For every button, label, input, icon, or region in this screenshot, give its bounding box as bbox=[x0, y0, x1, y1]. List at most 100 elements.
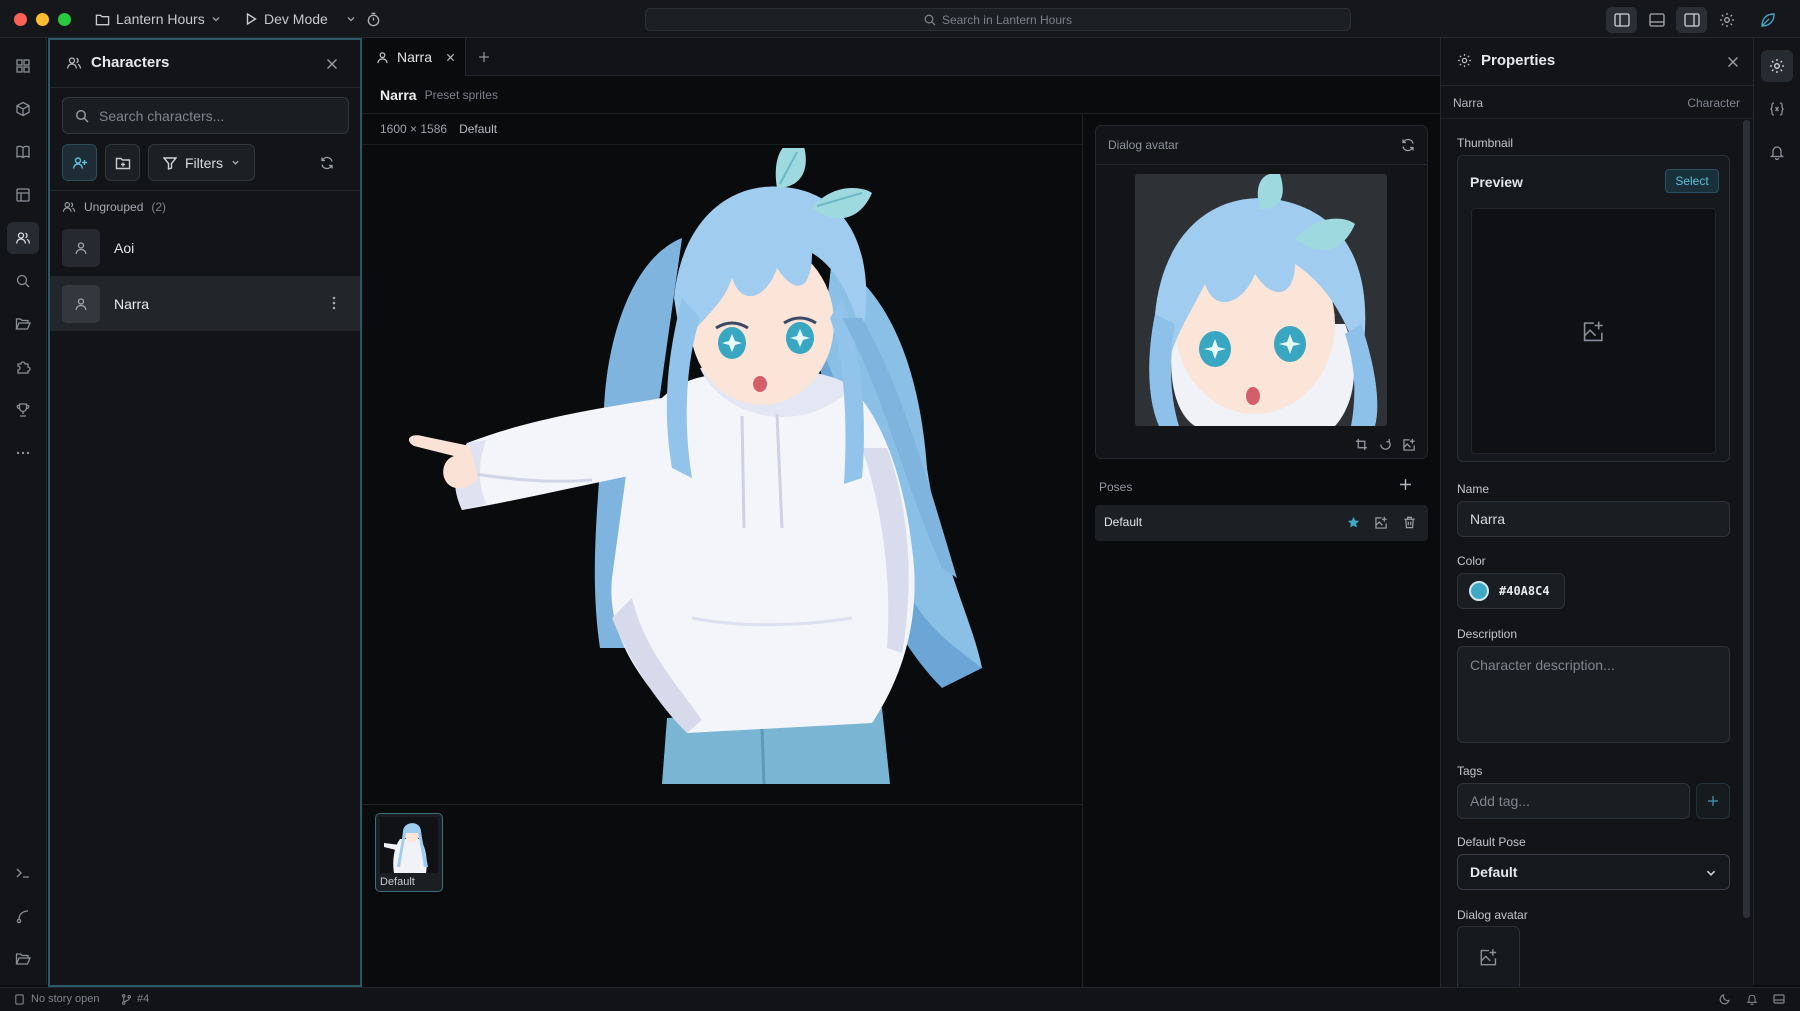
character-search-input[interactable]: Search characters... bbox=[62, 97, 349, 134]
pose-thumbnail-default[interactable]: Default bbox=[375, 813, 443, 892]
pose-name: Default bbox=[1104, 515, 1143, 529]
group-header-ungrouped[interactable]: Ungrouped (2) bbox=[62, 194, 166, 220]
notifications-toggle[interactable] bbox=[1761, 136, 1793, 168]
close-properties-button[interactable] bbox=[1723, 52, 1743, 72]
leaf-icon bbox=[1760, 12, 1776, 28]
story-status[interactable]: No story open bbox=[14, 993, 99, 1005]
default-pose-select[interactable]: Default bbox=[1457, 854, 1730, 890]
trophy-icon bbox=[15, 402, 31, 418]
thumbnail-dropzone[interactable] bbox=[1471, 208, 1716, 454]
toggle-left-panel-button[interactable] bbox=[1606, 7, 1637, 33]
tag-input[interactable]: Add tag... bbox=[1457, 783, 1690, 819]
project-selector[interactable]: Lantern Hours bbox=[95, 9, 221, 29]
timer-button[interactable] bbox=[366, 9, 381, 29]
add-group-button[interactable] bbox=[105, 144, 140, 181]
tab-label: Narra bbox=[397, 49, 433, 65]
editor-area: Narra Narra Preset sprites 1600 × 1586 D… bbox=[362, 38, 1440, 987]
new-tab-button[interactable] bbox=[474, 47, 494, 67]
pose-row-default[interactable]: Default bbox=[1095, 505, 1428, 541]
character-item-aoi[interactable]: Aoi bbox=[50, 223, 360, 273]
close-window-button[interactable] bbox=[14, 13, 27, 26]
thumbnail-card: Preview Select bbox=[1457, 155, 1730, 462]
bell-icon[interactable] bbox=[1746, 993, 1758, 1005]
mode-selector[interactable]: Dev Mode bbox=[244, 9, 356, 29]
tab-narra[interactable]: Narra bbox=[362, 38, 466, 76]
characters-nav[interactable] bbox=[7, 222, 39, 254]
name-input[interactable]: Narra bbox=[1457, 501, 1730, 537]
dashboard-nav[interactable] bbox=[7, 50, 39, 82]
gear-icon bbox=[1719, 12, 1735, 28]
description-textarea[interactable]: Character description... bbox=[1457, 646, 1730, 743]
chevron-down-icon bbox=[1705, 867, 1717, 879]
properties-toggle[interactable] bbox=[1761, 50, 1793, 82]
users-icon bbox=[66, 55, 82, 71]
folder-icon bbox=[95, 12, 110, 27]
plugins-nav[interactable] bbox=[7, 351, 39, 383]
description-label: Description bbox=[1457, 627, 1518, 641]
add-pose-button[interactable] bbox=[1399, 478, 1412, 491]
refresh-icon[interactable] bbox=[1401, 138, 1415, 152]
achievements-nav[interactable] bbox=[7, 394, 39, 426]
more-icon[interactable] bbox=[332, 296, 336, 310]
git-nav[interactable] bbox=[7, 900, 39, 932]
refresh-characters-button[interactable] bbox=[316, 152, 338, 174]
color-value: #40A8C4 bbox=[1499, 584, 1550, 598]
dialog-avatar-preview[interactable] bbox=[1135, 174, 1387, 426]
entity-type: Character bbox=[1687, 96, 1740, 110]
close-characters-panel-button[interactable] bbox=[322, 54, 342, 74]
more-nav[interactable] bbox=[7, 437, 39, 469]
close-icon[interactable] bbox=[446, 53, 455, 62]
properties-scrollbar[interactable] bbox=[1743, 120, 1750, 918]
divider bbox=[50, 87, 360, 88]
global-search[interactable]: Search in Lantern Hours bbox=[645, 8, 1351, 31]
image-plus-icon[interactable] bbox=[1375, 516, 1388, 529]
select-label: Select bbox=[1675, 174, 1709, 188]
settings-button[interactable] bbox=[1711, 7, 1742, 33]
description-placeholder: Character description... bbox=[1470, 657, 1615, 673]
name-value: Narra bbox=[1470, 511, 1506, 527]
rotate-icon[interactable] bbox=[1379, 438, 1392, 451]
toggle-bottom-panel-button[interactable] bbox=[1641, 7, 1672, 33]
toggle-right-panel-button[interactable] bbox=[1676, 7, 1707, 33]
crop-icon[interactable] bbox=[1355, 438, 1368, 451]
terminal-nav[interactable] bbox=[7, 857, 39, 889]
document-subtitle: Preset sprites bbox=[424, 87, 498, 102]
filters-button[interactable]: Filters bbox=[148, 144, 255, 181]
select-thumbnail-button[interactable]: Select bbox=[1665, 169, 1719, 193]
plus-icon bbox=[1707, 795, 1719, 807]
status-bar: No story open #4 bbox=[0, 987, 1800, 1011]
star-icon[interactable] bbox=[1347, 516, 1360, 529]
tag-placeholder: Add tag... bbox=[1470, 793, 1530, 809]
folder-icon bbox=[15, 951, 31, 967]
assets-nav[interactable] bbox=[7, 93, 39, 125]
add-character-button[interactable] bbox=[62, 144, 97, 181]
add-folder-icon bbox=[115, 155, 131, 171]
layout-bottom-icon bbox=[1648, 13, 1665, 27]
chevron-down-icon bbox=[211, 14, 221, 24]
group-count: (2) bbox=[151, 200, 167, 214]
variables-toggle[interactable] bbox=[1761, 93, 1793, 125]
files-nav[interactable] bbox=[7, 308, 39, 340]
image-plus-icon[interactable] bbox=[1403, 438, 1416, 451]
layout-nav[interactable] bbox=[7, 179, 39, 211]
story-nav[interactable] bbox=[7, 136, 39, 168]
character-item-narra[interactable]: Narra bbox=[50, 276, 360, 331]
explorer-nav[interactable] bbox=[7, 943, 39, 975]
layout-icon[interactable] bbox=[1773, 993, 1785, 1005]
color-picker[interactable]: #40A8C4 bbox=[1457, 573, 1565, 609]
add-tag-button[interactable] bbox=[1696, 783, 1730, 819]
zoom-window-button[interactable] bbox=[58, 13, 71, 26]
minimize-window-button[interactable] bbox=[36, 13, 49, 26]
branch-status[interactable]: #4 bbox=[121, 993, 149, 1005]
pose-thumbnail-label: Default bbox=[380, 876, 415, 888]
users-icon bbox=[15, 230, 31, 246]
avatar bbox=[62, 229, 100, 267]
poses-title: Poses bbox=[1099, 480, 1133, 494]
entity-name: Narra bbox=[1453, 96, 1484, 110]
search-nav[interactable] bbox=[7, 265, 39, 297]
sprite-canvas[interactable]: 1600 × 1586 Default Default bbox=[362, 114, 1083, 987]
characters-panel: Characters Search characters... Filters … bbox=[48, 38, 362, 987]
trash-icon[interactable] bbox=[1403, 516, 1416, 529]
moon-icon[interactable] bbox=[1719, 993, 1731, 1005]
dialog-avatar-dropzone[interactable] bbox=[1457, 926, 1520, 987]
